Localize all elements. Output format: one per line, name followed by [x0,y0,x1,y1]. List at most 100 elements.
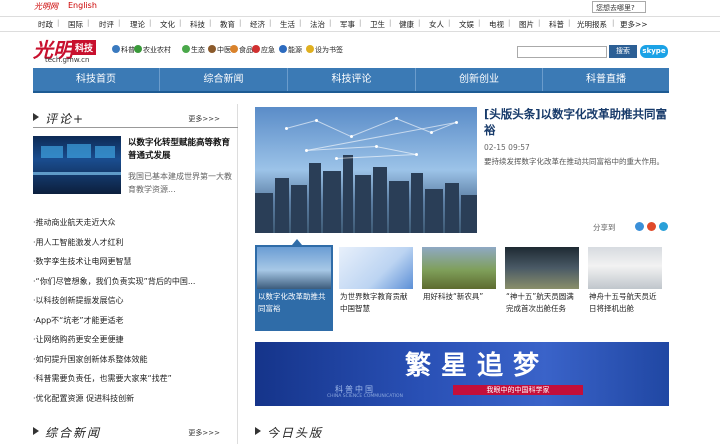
channel-link[interactable]: 科普 [112,45,135,55]
channel-label: 应急 [261,46,275,54]
nav-item[interactable]: 光明报系 [577,19,607,30]
nav-item[interactable]: 科技 [190,19,205,30]
nav-item[interactable]: 文化 [160,19,175,30]
nav-separator: | [239,19,242,27]
channel-label: 生态 [191,46,205,54]
channel-icon [182,45,190,53]
search-input[interactable] [517,46,607,58]
tab-innovation[interactable]: 创新创业 [416,68,542,91]
list-item[interactable]: ·用人工智能激发人才红利 [33,237,228,248]
building-shape [411,173,423,233]
nav-item[interactable]: 图片 [519,19,534,30]
english-link[interactable]: English [68,1,97,10]
nav-separator: | [478,19,481,27]
thumb-item[interactable]: 神舟十五号航天员近日将择机出舱 [586,245,664,331]
thumb-item[interactable]: “神十五”航天员圆满完成首次出舱任务 [503,245,581,331]
hero-title[interactable]: [头版头条]以数字化改革助推共同富裕 [484,106,670,138]
science-banner[interactable]: 科普中国 CHINA SCIENCE COMMUNICATION 繁星追梦 我眼… [255,342,669,406]
list-item[interactable]: ·如何提升国家创新体系整体效能 [33,354,228,365]
list-item[interactable]: ·推动商业航天走近大众 [33,217,228,228]
network-line [315,120,352,137]
channel-label: 科普 [121,46,135,54]
tech-tag[interactable]: 科技 [72,40,97,55]
thumb-item[interactable]: 以数字化改革助推共同富裕 [255,245,333,331]
top-bar: 光明网 English 您想去哪里? [0,0,720,16]
more-link[interactable]: 更多>>> [188,114,220,124]
building-shape [355,175,371,233]
search-button[interactable]: 搜索 [609,45,637,58]
feature-title[interactable]: 以数字化转型赋能高等教育普通式发展 [128,137,236,163]
thumb-caption: 神舟十五号航天员近日将择机出舱 [589,292,657,313]
channel-link[interactable]: 农业农村 [134,45,171,55]
nav-item[interactable]: 理论 [130,19,145,30]
tencent-icon[interactable] [659,222,668,231]
nav-item[interactable]: 时政 [38,19,53,30]
skype-icon[interactable]: skype [640,45,668,58]
channel-link[interactable]: 食品 [230,45,253,55]
building-shape [323,171,341,233]
list-item[interactable]: ·让网络购药更安全更便捷 [33,334,228,345]
feature-image[interactable] [33,136,121,194]
gmw-small-logo[interactable]: 光明网 [34,1,58,12]
thumb-item[interactable]: 用好科技“新农具” [420,245,498,331]
nav-item[interactable]: 国际 [68,19,83,30]
channel-label: 中医 [217,46,231,54]
hero-description: 要持续发挥数字化改革在推动共同富裕中的重大作用。 [484,157,664,166]
nav-item[interactable]: 健康 [399,19,414,30]
tab-science-live[interactable]: 科普直播 [543,68,669,91]
channel-label: 能源 [288,46,302,54]
nav-separator: | [118,19,121,27]
channel-link[interactable]: 生态 [182,45,205,55]
nav-separator: | [359,19,362,27]
qzone-icon[interactable] [635,222,644,231]
thumb-caption: 用好科技“新农具” [423,292,484,301]
channel-icon [134,45,142,53]
list-item[interactable]: ·科普需要负责任，也需要大家来“找茬” [33,373,228,384]
list-item[interactable]: ·优化配置资源 促进科技创新 [33,393,228,404]
channel-link[interactable]: 应急 [252,45,275,55]
hero-image[interactable] [255,107,477,233]
nav-item[interactable]: 更多>> [620,19,648,30]
list-item[interactable]: ·“你们尽管想象，我们负责实现”背后的中国... [33,276,228,287]
tab-tech-home[interactable]: 科技首页 [33,68,159,91]
nav-item[interactable]: 经济 [250,19,265,30]
more-link[interactable]: 更多>>> [188,428,220,438]
list-item[interactable]: ·以科技创新提振发展信心 [33,295,228,306]
nav-item[interactable]: 卫生 [370,19,385,30]
nav-item[interactable]: 科普 [549,19,564,30]
building-shape [275,178,289,233]
channel-link[interactable]: 设为书签 [306,45,343,55]
triangle-icon [255,427,261,435]
channel-link[interactable]: 中医 [208,45,231,55]
section-title: 今日头版 [267,426,324,440]
channel-link[interactable]: 能源 [279,45,302,55]
feature-summary: 我国已基本建成世界第一大教育教学资源... [128,172,232,194]
nav-item[interactable]: 教育 [220,19,235,30]
list-item[interactable]: ·数字孪生技术让电网更智慧 [33,256,228,267]
thumb-item[interactable]: 为世界数字教育贡献中国智慧 [337,245,415,331]
channel-icon [279,45,287,53]
network-line [285,120,317,129]
nav-item[interactable]: 军事 [340,19,355,30]
nav-item[interactable]: 生活 [280,19,295,30]
building-shape [343,155,353,233]
nav-item[interactable]: 电视 [489,19,504,30]
list-item[interactable]: ·App不“坑老”才能更适老 [33,315,228,326]
nav-item[interactable]: 时评 [99,19,114,30]
nav-separator: | [508,19,511,27]
tab-general-news[interactable]: 综合新闻 [160,68,287,91]
building-shape [445,183,459,233]
building-shape [425,189,443,233]
tab-tech-review[interactable]: 科技评论 [288,68,415,91]
nav-item[interactable]: 法治 [310,19,325,30]
nav-item[interactable]: 文娱 [459,19,474,30]
thumbnail-strip: 以数字化改革助推共同富裕 为世界数字教育贡献中国智慧 用好科技“新农具” “神十… [255,245,669,333]
network-line [305,146,377,151]
nav-separator: | [209,19,212,27]
channel-icon [112,45,120,53]
weibo-icon[interactable] [647,222,656,231]
comment-section-header: 评论+ 更多>>> [33,108,238,128]
where-dropdown[interactable]: 您想去哪里? [592,1,646,13]
nav-item[interactable]: 女人 [429,19,444,30]
brand-row: 光明 科技 tech.gmw.cn 科普 农业农村 生态 中医 食品 应急 能源 设为书签 搜… [0,32,720,68]
